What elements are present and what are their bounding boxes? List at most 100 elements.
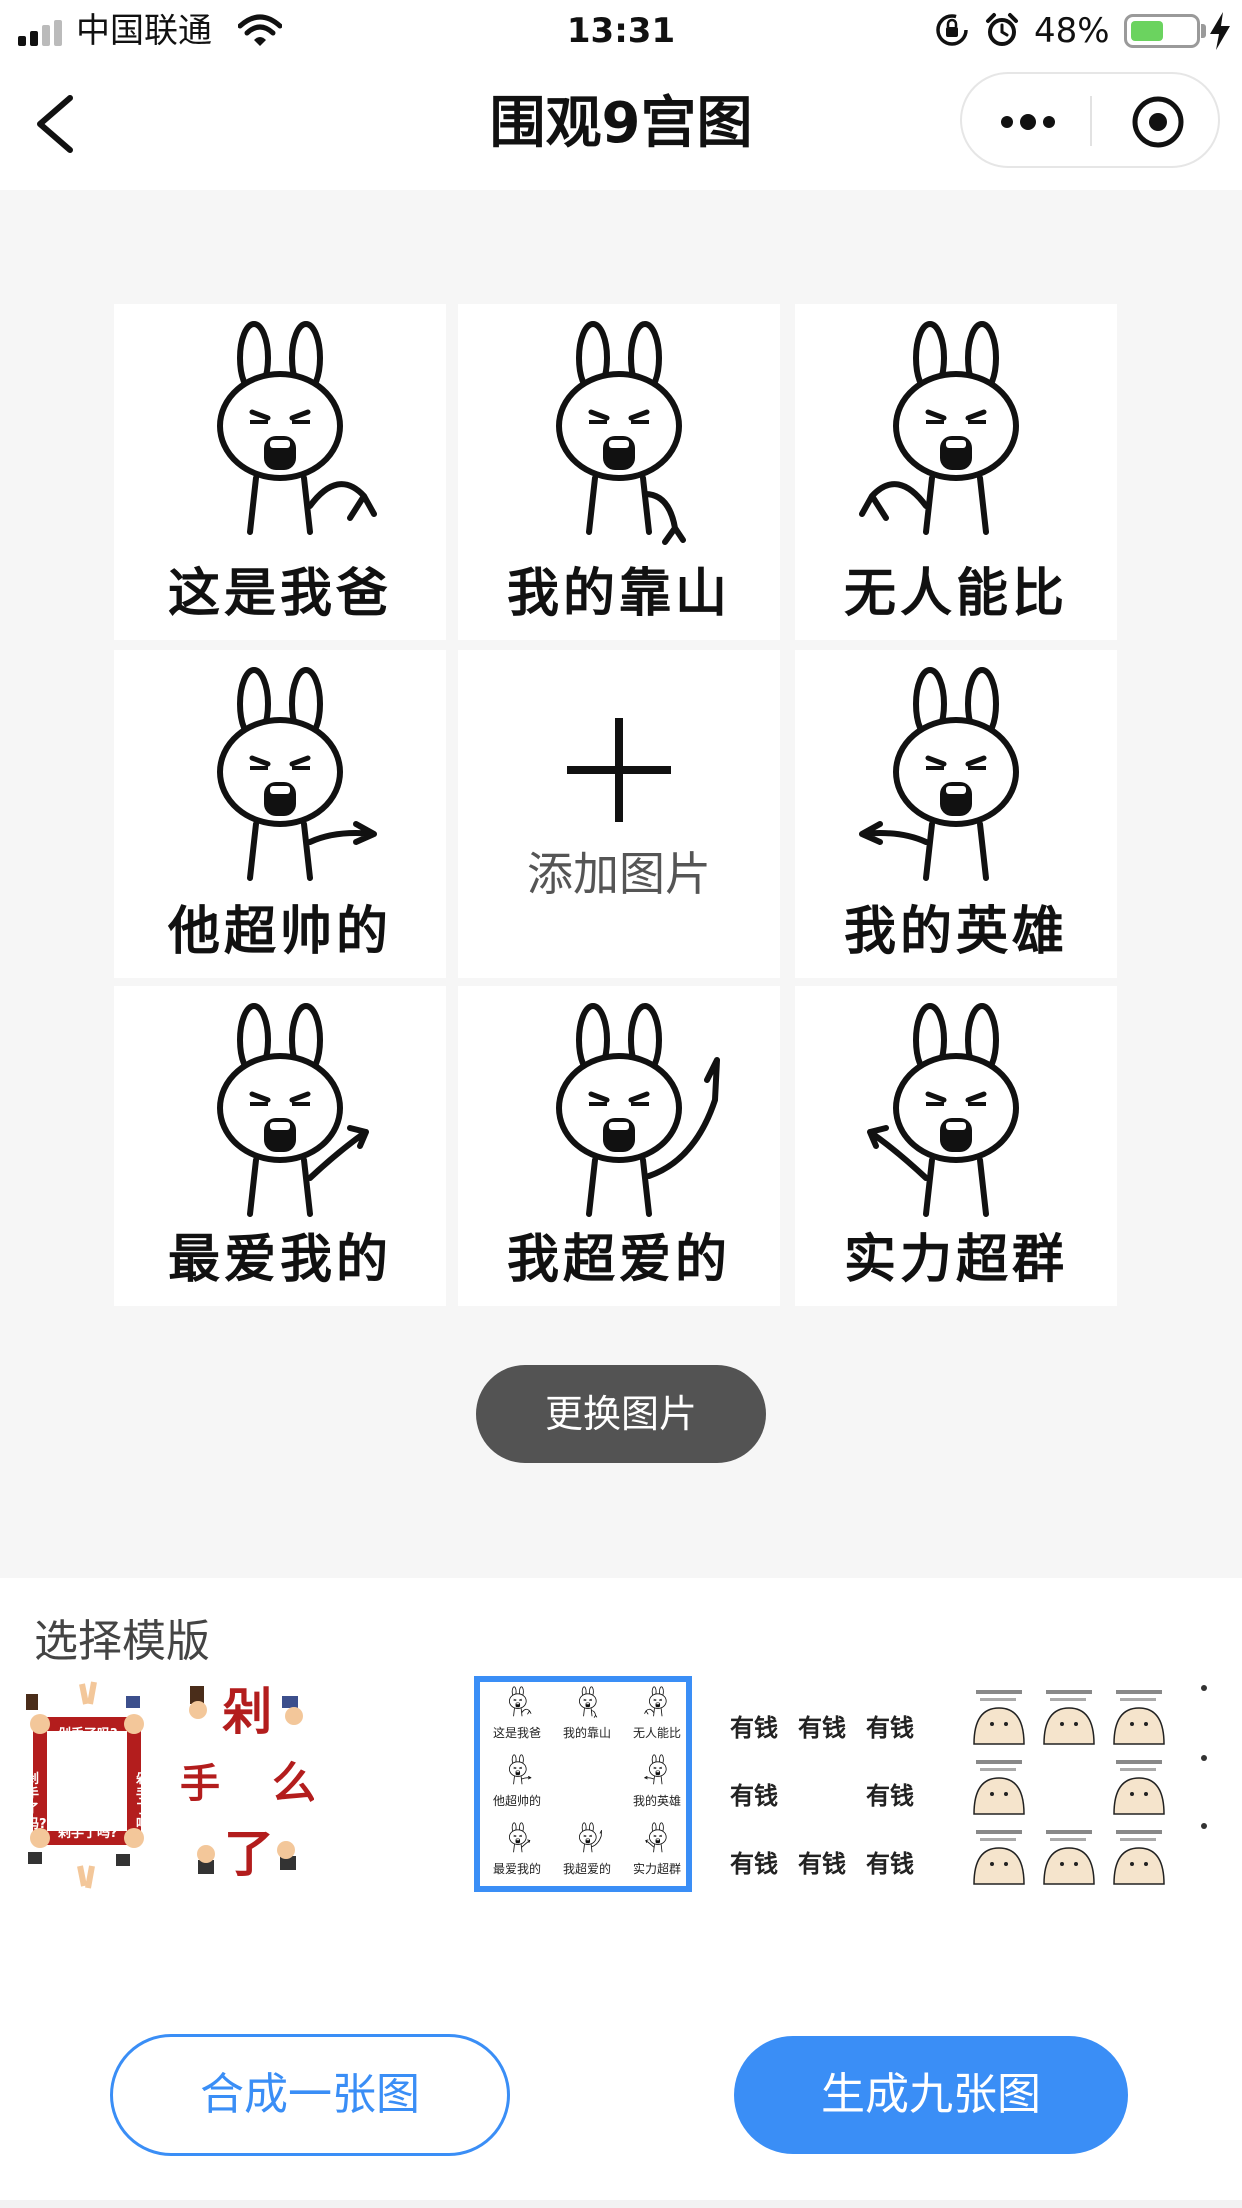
blob-character <box>973 1760 1025 1815</box>
template-4-word: 有钱 <box>798 1714 846 1742</box>
grid-image-tile[interactable]: 我的英雄 <box>795 650 1117 978</box>
mini-program-capsule <box>960 72 1220 168</box>
mini-bunny-image <box>501 1754 535 1788</box>
blob-character <box>1043 1690 1095 1745</box>
bunny-meme-image <box>836 318 1076 558</box>
tile-caption: 这是我爸 <box>167 564 392 624</box>
merge-one-image-button[interactable]: 合成一张图 <box>110 2034 510 2156</box>
template-thumbnail-1[interactable]: 剁手了吗? 剁手了吗? 剁手了吗? 剁手了吗? <box>22 1676 152 1892</box>
mini-bunny-image <box>571 1686 605 1720</box>
blob-character <box>973 1690 1025 1745</box>
battery-percent: 48% <box>1034 11 1110 51</box>
template-3-caption: 无人能比 <box>632 1726 681 1740</box>
template-3-cell: 无人能比 <box>624 1686 686 1750</box>
bunny-meme-image <box>836 664 1076 904</box>
template-3-caption: 他超帅的 <box>492 1794 541 1808</box>
status-bar: 中国联通 13:31 48% <box>0 0 1242 62</box>
grid-image-tile[interactable]: 这是我爸 <box>114 304 446 640</box>
template-thumbnail-6-partial[interactable] <box>1196 1676 1242 1892</box>
rotation-lock-icon <box>936 14 968 46</box>
tile-caption: 我的靠山 <box>506 564 731 624</box>
template-3-caption: 我的靠山 <box>562 1726 611 1740</box>
battery-icon <box>1124 14 1200 48</box>
tile-caption: 我超爱的 <box>506 1230 731 1290</box>
bottom-strip <box>0 2200 1242 2208</box>
nav-bar: 围观9宫图 <box>0 62 1242 190</box>
mini-bunny-image <box>641 1754 675 1788</box>
grid-image-tile[interactable]: 实力超群 <box>795 986 1117 1306</box>
template-3-cell: 这是我爸 <box>484 1686 550 1750</box>
template-3-caption: 实力超群 <box>632 1862 681 1876</box>
template-thumbnail-2[interactable]: 剁 手 么 了 <box>178 1676 314 1892</box>
template-4-word: 有钱 <box>798 1850 846 1878</box>
tile-caption: 实力超群 <box>843 1230 1068 1290</box>
grid-image-tile[interactable]: 他超帅的 <box>114 650 446 978</box>
bunny-meme-image <box>160 664 400 904</box>
grid-image-tile[interactable]: 我超爱的 <box>458 986 780 1306</box>
template-3-cell: 实力超群 <box>624 1822 686 1886</box>
tile-caption: 最爱我的 <box>167 1230 392 1290</box>
add-image-label: 添加图片 <box>527 847 711 901</box>
template-4-word: 有钱 <box>866 1714 914 1742</box>
template-2-char-1: 剁 <box>222 1683 272 1741</box>
capsule-divider <box>1090 96 1092 146</box>
template-3-caption: 这是我爸 <box>492 1726 541 1740</box>
grid-image-tile[interactable]: 我的靠山 <box>458 304 780 640</box>
charging-icon <box>1210 12 1230 50</box>
template-5-art <box>973 1690 1165 1885</box>
template-3-cell: 我的靠山 <box>554 1686 620 1750</box>
template-4-word: 有钱 <box>730 1714 778 1742</box>
template-2-char-2: 手 <box>180 1761 220 1807</box>
blob-character <box>973 1830 1025 1885</box>
nine-grid-area: 这是我爸 我的靠山 无人能比他超帅的 添加图片我的英雄最爱我的 我超爱的 实力超群 更换图… <box>0 190 1242 1578</box>
template-2-char-3: 么 <box>272 1758 314 1809</box>
mini-bunny-image <box>571 1822 605 1856</box>
tile-caption: 无人能比 <box>843 564 1068 624</box>
template-section-title: 选择模版 <box>34 1616 210 1667</box>
template-1-text-right: 剁手了吗? <box>136 1772 152 1832</box>
template-4-word: 有钱 <box>866 1850 914 1878</box>
blob-character <box>1043 1830 1095 1885</box>
mini-bunny-image <box>641 1822 675 1856</box>
template-1-text-top: 剁手了吗? <box>58 1727 118 1742</box>
template-1-text-bottom: 剁手了吗? <box>58 1826 118 1841</box>
blob-character <box>1113 1690 1165 1745</box>
template-4-word: 有钱 <box>866 1782 914 1810</box>
swap-image-button[interactable]: 更换图片 <box>476 1365 766 1463</box>
mini-bunny-image <box>501 1822 535 1856</box>
template-thumbnail-3-selected[interactable]: 这是我爸 我的靠山 无人能比他超帅的 我的英雄最爱我的 我超爱的 实力超群 <box>474 1676 692 1892</box>
template-3-caption: 我的英雄 <box>632 1794 681 1808</box>
template-1-text-left: 剁手了吗? <box>26 1772 47 1832</box>
generate-nine-images-button[interactable]: 生成九张图 <box>734 2036 1128 2154</box>
bunny-meme-image <box>160 1000 400 1240</box>
mini-bunny-image <box>641 1686 675 1720</box>
template-4-word: 有钱 <box>730 1782 778 1810</box>
template-thumbnail-5[interactable] <box>958 1676 1170 1892</box>
alarm-icon <box>986 13 1018 46</box>
bunny-meme-image <box>836 1000 1076 1240</box>
template-1-art <box>26 1681 144 1889</box>
add-image-tile[interactable]: 添加图片 <box>458 650 780 978</box>
template-3-cell: 最爱我的 <box>484 1822 550 1886</box>
grid-image-tile[interactable]: 无人能比 <box>795 304 1117 640</box>
battery-tip <box>1201 24 1206 38</box>
mini-bunny-image <box>501 1686 535 1720</box>
tile-caption: 他超帅的 <box>167 902 392 962</box>
template-3-cell: 他超帅的 <box>484 1754 550 1818</box>
template-6-art <box>1201 1685 1207 1829</box>
template-3-cell: 我超爱的 <box>554 1822 620 1886</box>
template-thumbnail-4[interactable]: 有钱 有钱 有钱 有钱 有钱 有钱 有钱 有钱 <box>724 1676 924 1892</box>
grid-image-tile[interactable]: 最爱我的 <box>114 986 446 1306</box>
plus-icon <box>567 718 671 822</box>
bunny-meme-image <box>499 1000 739 1240</box>
capsule-close-icon[interactable] <box>1130 94 1186 150</box>
bunny-meme-image <box>160 318 400 558</box>
more-dots-icon[interactable] <box>998 102 1058 142</box>
bunny-meme-image <box>499 318 739 558</box>
tile-caption: 我的英雄 <box>843 902 1068 962</box>
template-2-char-4: 了 <box>224 1825 274 1883</box>
template-4-word: 有钱 <box>730 1850 778 1878</box>
template-3-cell: 我的英雄 <box>624 1754 686 1818</box>
template-3-caption: 我超爱的 <box>562 1862 611 1876</box>
template-3-caption: 最爱我的 <box>492 1862 541 1876</box>
